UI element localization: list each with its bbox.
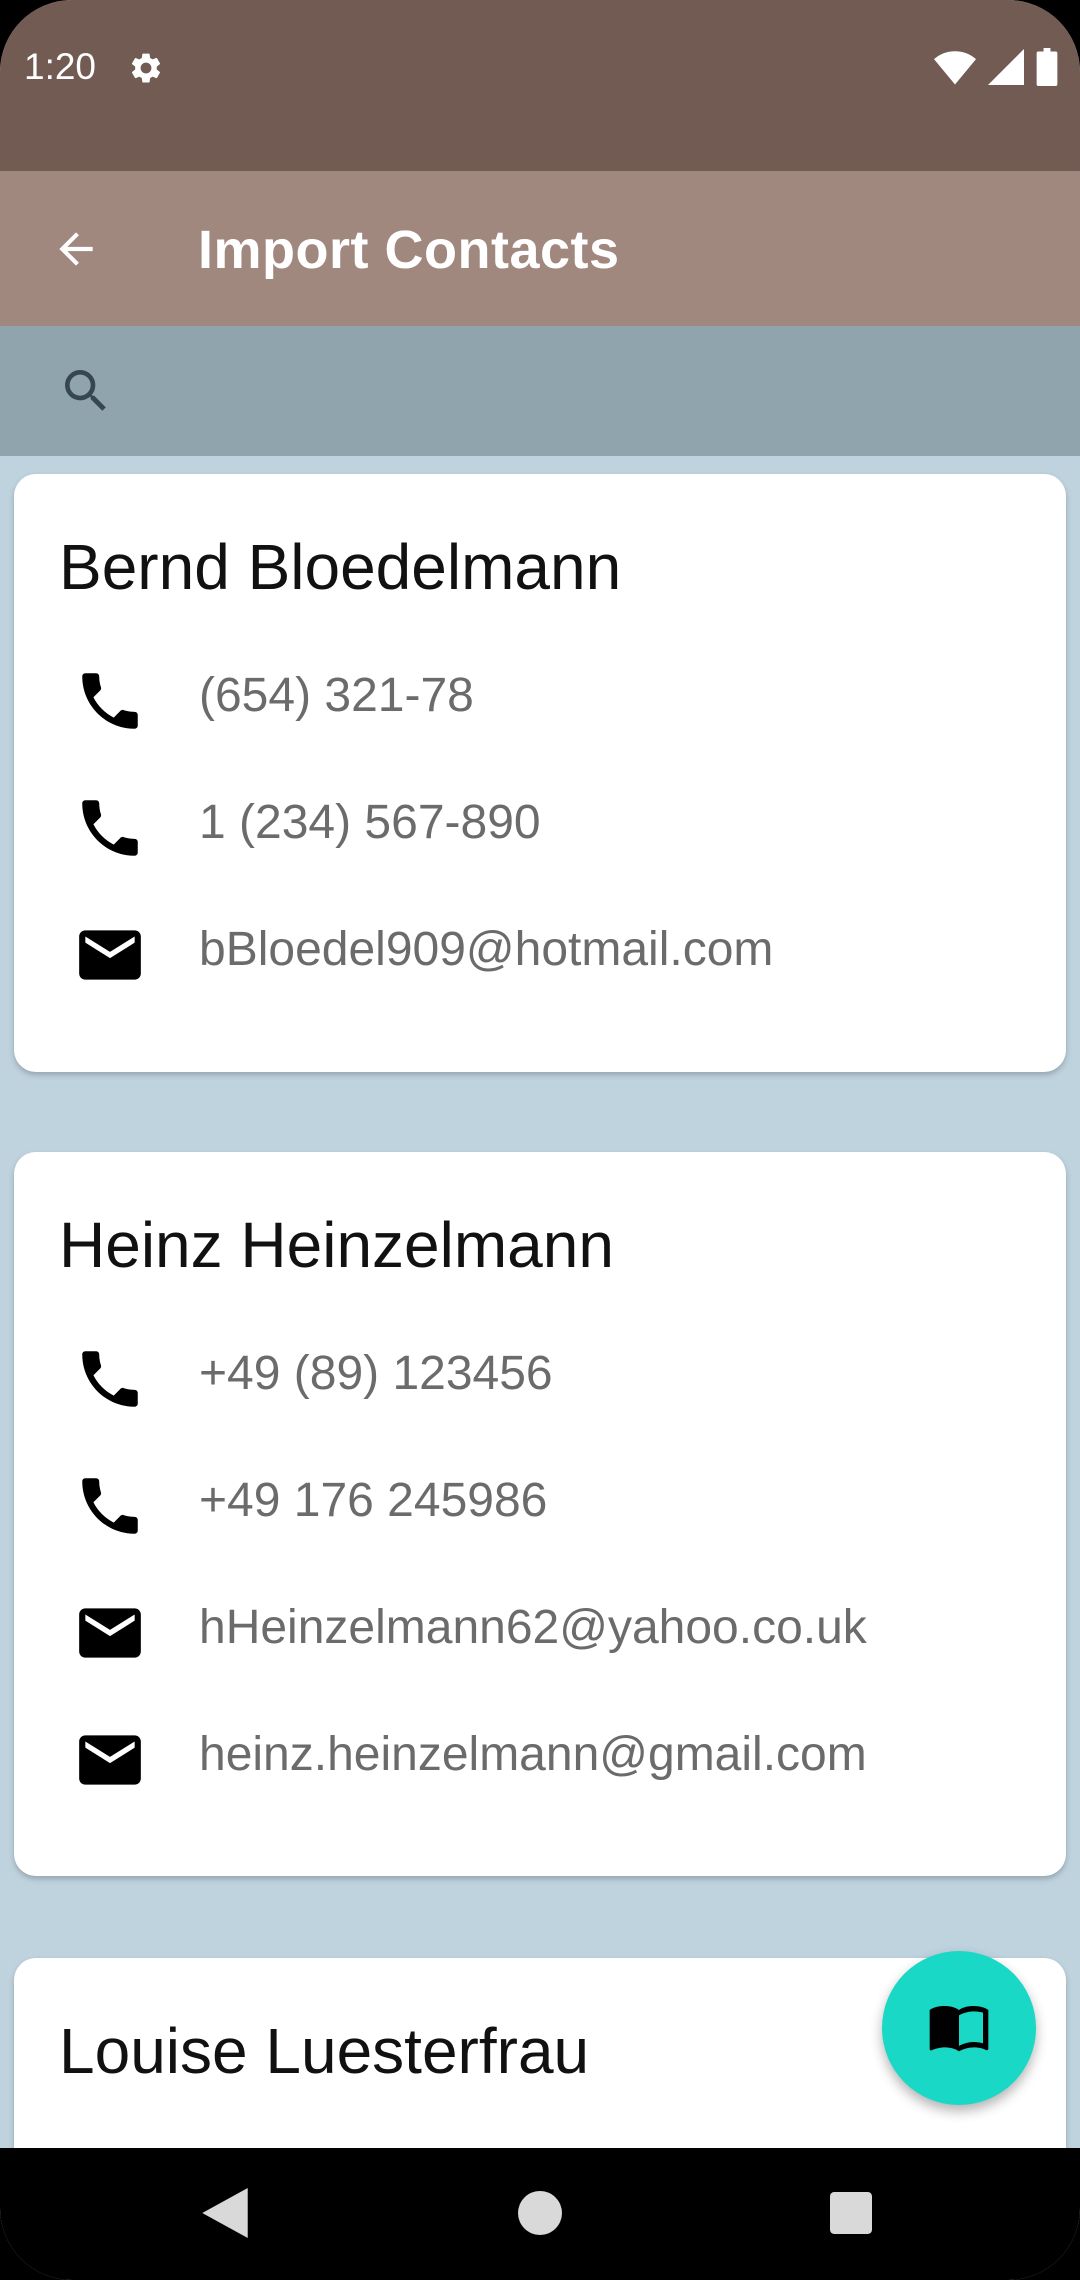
contact-phone: (654) 321-78 <box>199 669 474 722</box>
contact-email-row[interactable]: hHeinzelmann62@yahoo.co.uk <box>59 1574 1039 1674</box>
contact-name: Heinz Heinzelmann <box>59 1209 614 1281</box>
page-title: Import Contacts <box>198 220 620 280</box>
screen: 1:20 Import Contacts Bernd Bloedelmann (… <box>0 0 1080 2280</box>
phone-icon <box>73 791 147 865</box>
status-bar: 1:20 <box>0 0 1080 171</box>
contact-card[interactable]: Bernd Bloedelmann (654) 321-78 1 (234) 5… <box>14 474 1066 1072</box>
search-icon[interactable] <box>58 363 114 419</box>
signal-icon <box>988 49 1024 90</box>
contact-name: Louise Luesterfrau <box>59 2015 590 2087</box>
contact-phone-row[interactable]: +49 176 245986 <box>59 1447 1039 1547</box>
nav-back-icon[interactable] <box>190 2178 260 2248</box>
contact-email: hHeinzelmann62@yahoo.co.uk <box>199 1601 867 1654</box>
status-time: 1:20 <box>24 46 97 87</box>
contact-name: Bernd Bloedelmann <box>59 531 622 603</box>
battery-icon <box>1036 48 1058 91</box>
import-fab-button[interactable] <box>882 1951 1036 2105</box>
app-bar: Import Contacts <box>0 171 1080 326</box>
contact-phone-row[interactable]: (654) 321-78 <box>59 642 1039 742</box>
contact-card[interactable]: Heinz Heinzelmann +49 (89) 123456 +49 17… <box>14 1152 1066 1876</box>
status-icons <box>934 48 1058 91</box>
email-icon <box>73 918 147 992</box>
contact-email: bBloedel909@hotmail.com <box>199 923 774 976</box>
search-input[interactable] <box>140 350 1040 430</box>
arrow-back-icon[interactable] <box>46 219 106 279</box>
contact-email-row[interactable]: heinz.heinzelmann@gmail.com <box>59 1701 1039 1801</box>
gear-icon <box>128 50 164 86</box>
contact-email-row[interactable]: bBloedel909@hotmail.com <box>59 896 1039 996</box>
contact-phone: +49 176 245986 <box>199 1474 548 1527</box>
wifi-icon <box>934 49 976 90</box>
contact-phone-row[interactable]: +49 (89) 123456 <box>59 1320 1039 1420</box>
contact-phone: +49 (89) 123456 <box>199 1347 553 1400</box>
navigation-bar <box>0 2148 1080 2280</box>
nav-recents-icon[interactable] <box>816 2178 886 2248</box>
phone-icon <box>73 1469 147 1543</box>
phone-icon <box>73 664 147 738</box>
email-icon <box>73 1596 147 1670</box>
phone-icon <box>73 1342 147 1416</box>
contact-list: Bernd Bloedelmann (654) 321-78 1 (234) 5… <box>0 456 1080 2148</box>
book-open-icon <box>927 1994 991 2063</box>
nav-home-icon[interactable] <box>505 2178 575 2248</box>
email-icon <box>73 1723 147 1797</box>
contact-phone-row[interactable]: 1 (234) 567-890 <box>59 769 1039 869</box>
contact-phone: 1 (234) 567-890 <box>199 796 541 849</box>
contact-email: heinz.heinzelmann@gmail.com <box>199 1728 867 1781</box>
